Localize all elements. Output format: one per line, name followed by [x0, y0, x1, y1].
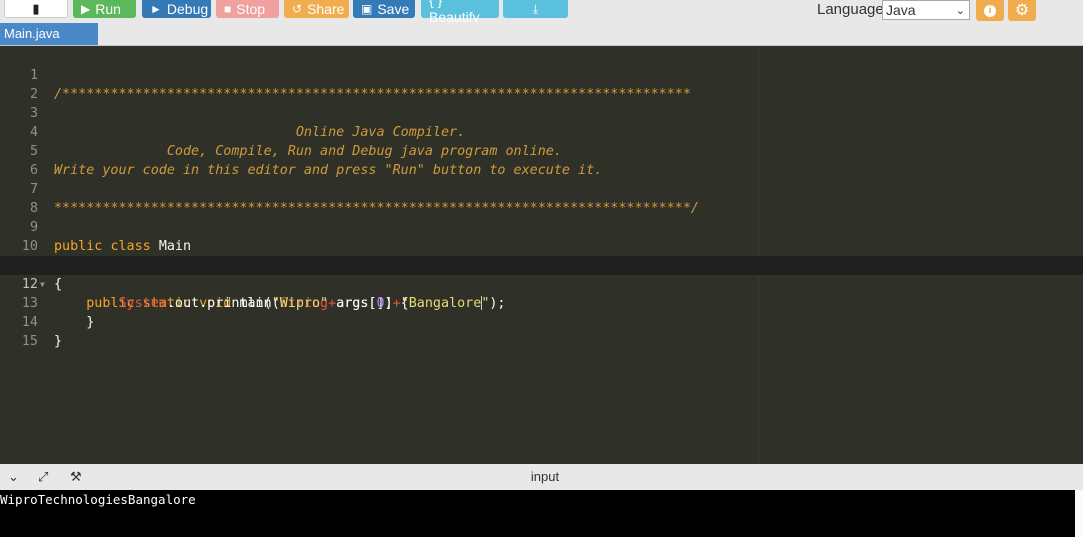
share-label: Share — [307, 0, 345, 17]
save-button[interactable]: ▣ Save — [353, 0, 415, 18]
info-icon: i — [984, 4, 996, 17]
gear-icon: ⚙ — [1014, 2, 1030, 19]
play-icon: ▶ — [81, 2, 91, 16]
file-tab-bar: Main.java — [0, 22, 1083, 46]
settings-icon[interactable]: ⚒ — [70, 470, 82, 484]
toolbar: ▮ ▶ Run ► Debug ■ Stop ↺ Share ▣ Save { … — [0, 0, 1083, 25]
download-icon: ⤓ — [532, 2, 539, 16]
code-editor[interactable]: 1 /*************************************… — [0, 46, 1083, 464]
code-line: 4 Code, Compile, Run and Debug java prog… — [0, 104, 1083, 159]
language-select[interactable]: Java ⌄ — [882, 0, 970, 20]
share-button[interactable]: ↺ Share — [284, 0, 349, 18]
line-number: 15 — [21, 334, 38, 349]
code-line-active: 12 System.out.println("Wipro"+args[0]+"B… — [0, 256, 1083, 311]
stop-button[interactable]: ■ Stop — [216, 0, 279, 18]
debug-button[interactable]: ► Debug — [142, 0, 211, 18]
collapse-icon[interactable]: ⌄ — [8, 470, 19, 484]
code-line: 7 **************************************… — [0, 161, 1083, 216]
code-line: 1 /*************************************… — [0, 47, 1083, 102]
download-button[interactable]: ⤓ — [503, 0, 568, 18]
io-panel-header: input ⌄ ⤢ ⚒ — [0, 464, 1083, 490]
code-line: 8 — [0, 180, 1083, 216]
language-value: Java — [886, 2, 916, 18]
new-file-icon: ▮ — [32, 0, 40, 16]
language-label: Language — [817, 1, 884, 18]
code-line: 13 } — [0, 275, 1083, 330]
expand-icon[interactable]: ⤢ — [38, 470, 48, 484]
stop-icon: ■ — [224, 2, 232, 16]
scrollbar[interactable] — [1075, 490, 1083, 537]
new-file-button[interactable]: ▮ — [4, 0, 68, 18]
code-line: 9 public class Main — [0, 199, 1083, 254]
info-button[interactable]: i — [976, 0, 1004, 21]
code-line: 14 } — [0, 294, 1083, 349]
input-label: input — [530, 469, 560, 484]
settings-button[interactable]: ⚙ — [1008, 0, 1036, 21]
debug-label: Debug — [166, 0, 209, 17]
debug-icon: ► — [150, 2, 162, 16]
code-line: 3 Online Java Compiler. — [0, 85, 1083, 140]
save-icon: ▣ — [361, 2, 373, 16]
output-text: WiproTechnologiesBangalore — [0, 492, 196, 507]
stop-label: Stop — [236, 0, 266, 17]
output-console[interactable]: WiproTechnologiesBangalore — [0, 490, 1075, 537]
code-line: 5 Write your code in this editor and pre… — [0, 123, 1083, 178]
code-line: 2 — [0, 66, 1083, 102]
share-icon: ↺ — [292, 2, 303, 16]
code-line: 10 ▼ { — [0, 218, 1083, 292]
run-button[interactable]: ▶ Run — [73, 0, 136, 18]
chevron-down-icon: ⌄ — [955, 5, 965, 17]
tab-main-java[interactable]: Main.java — [0, 23, 98, 45]
run-label: Run — [95, 0, 121, 17]
code-line: 6 — [0, 142, 1083, 178]
code-line: 15 — [0, 313, 1083, 349]
beautify-button[interactable]: { } Beautify — [421, 0, 499, 25]
code-line: 11 ▼ public static void main(String args… — [0, 237, 1083, 311]
code-text: } — [54, 334, 63, 349]
tab-label: Main.java — [4, 26, 60, 41]
save-label: Save — [377, 0, 410, 17]
